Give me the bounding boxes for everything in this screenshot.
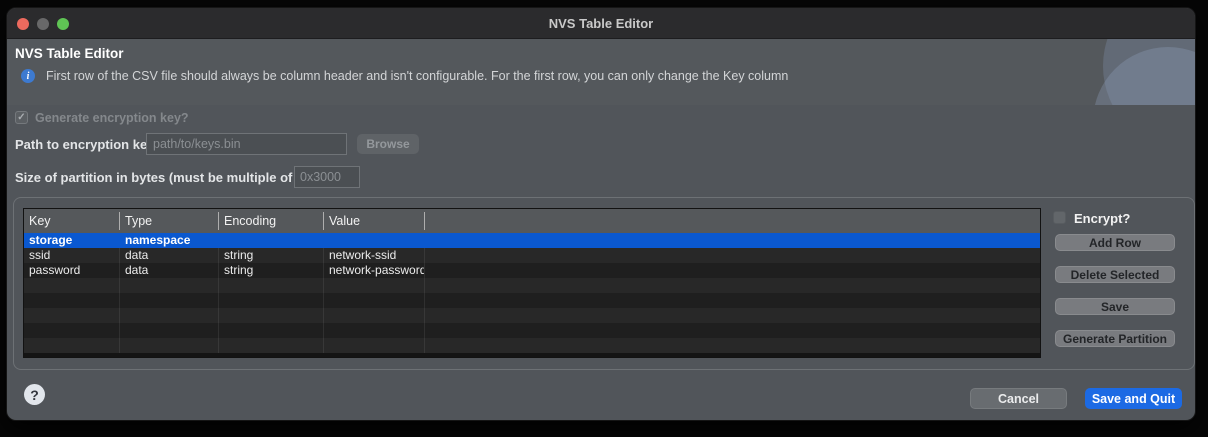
generate-partition-button[interactable]: Generate Partition: [1055, 330, 1175, 347]
cell-key[interactable]: ssid: [24, 248, 120, 263]
cell-key[interactable]: password: [24, 263, 120, 278]
table-body: storagenamespacessiddatastringnetwork-ss…: [24, 233, 1040, 353]
add-row-button[interactable]: Add Row: [1055, 234, 1175, 251]
generate-key-checkbox[interactable]: ✓: [15, 111, 28, 124]
table-row[interactable]: [24, 293, 1040, 308]
cell-filler: [425, 338, 1040, 353]
cell-value[interactable]: network-ssid: [324, 248, 425, 263]
help-button[interactable]: ?: [24, 384, 45, 405]
generate-key-label: Generate encryption key?: [35, 111, 189, 125]
cell-type[interactable]: [120, 323, 219, 338]
cell-filler: [425, 248, 1040, 263]
cell-encoding[interactable]: [219, 278, 324, 293]
cell-type[interactable]: namespace: [120, 233, 219, 248]
screenshot-stage: NVS Table Editor NVS Table Editor i Firs…: [0, 0, 1208, 437]
partition-size-input[interactable]: [294, 166, 360, 188]
decorative-arcs: [1065, 39, 1195, 105]
cell-type[interactable]: data: [120, 263, 219, 278]
cell-type[interactable]: [120, 293, 219, 308]
cell-encoding[interactable]: [219, 308, 324, 323]
column-header-key[interactable]: Key: [24, 212, 120, 230]
info-message: First row of the CSV file should always …: [46, 69, 788, 83]
cell-filler: [425, 263, 1040, 278]
dialog-title: NVS Table Editor: [15, 46, 124, 61]
cell-filler: [425, 323, 1040, 338]
nvs-table[interactable]: Key Type Encoding Value storagenamespace…: [23, 208, 1041, 358]
encrypt-label: Encrypt?: [1074, 211, 1130, 226]
cell-value[interactable]: network-password: [324, 263, 425, 278]
cell-value[interactable]: [324, 323, 425, 338]
save-button[interactable]: Save: [1055, 298, 1175, 315]
cell-type[interactable]: data: [120, 248, 219, 263]
save-and-quit-button[interactable]: Save and Quit: [1085, 388, 1182, 409]
cell-value[interactable]: [324, 338, 425, 353]
table-row[interactable]: storagenamespace: [24, 233, 1040, 248]
table-row[interactable]: [24, 308, 1040, 323]
cell-filler: [425, 233, 1040, 248]
table-header-row: Key Type Encoding Value: [24, 209, 1040, 233]
info-row: i First row of the CSV file should alway…: [21, 66, 788, 86]
table-row[interactable]: [24, 338, 1040, 353]
window-title: NVS Table Editor: [7, 16, 1195, 31]
cell-encoding[interactable]: [219, 323, 324, 338]
cell-filler: [425, 293, 1040, 308]
cell-key[interactable]: [24, 278, 120, 293]
table-row[interactable]: ssiddatastringnetwork-ssid: [24, 248, 1040, 263]
column-header-filler: [425, 212, 1040, 230]
column-header-value[interactable]: Value: [324, 212, 425, 230]
column-header-encoding[interactable]: Encoding: [219, 212, 324, 230]
cell-value[interactable]: [324, 308, 425, 323]
cell-key[interactable]: [24, 293, 120, 308]
cell-value[interactable]: [324, 293, 425, 308]
cell-filler: [425, 308, 1040, 323]
cell-encoding[interactable]: string: [219, 248, 324, 263]
table-bottom-strip: [24, 353, 1040, 358]
cell-encoding[interactable]: [219, 338, 324, 353]
table-row[interactable]: [24, 323, 1040, 338]
cell-type[interactable]: [120, 338, 219, 353]
encryption-key-path-input[interactable]: [146, 133, 347, 155]
table-row[interactable]: [24, 278, 1040, 293]
cell-key[interactable]: storage: [24, 233, 120, 248]
table-row[interactable]: passworddatastringnetwork-password: [24, 263, 1040, 278]
nvs-table-editor-window: NVS Table Editor NVS Table Editor i Firs…: [6, 7, 1196, 421]
cell-filler: [425, 278, 1040, 293]
cancel-button[interactable]: Cancel: [970, 388, 1067, 409]
cell-key[interactable]: [24, 308, 120, 323]
cell-key[interactable]: [24, 323, 120, 338]
cell-encoding[interactable]: string: [219, 263, 324, 278]
delete-selected-button[interactable]: Delete Selected: [1055, 266, 1175, 283]
cell-value[interactable]: [324, 278, 425, 293]
cell-key[interactable]: [24, 338, 120, 353]
path-label: Path to encryption key:: [15, 137, 159, 152]
partition-size-label: Size of partition in bytes (must be mult…: [15, 170, 329, 185]
browse-button[interactable]: Browse: [357, 134, 419, 154]
column-header-type[interactable]: Type: [120, 212, 219, 230]
cell-value[interactable]: [324, 233, 425, 248]
cell-encoding[interactable]: [219, 233, 324, 248]
cell-type[interactable]: [120, 308, 219, 323]
encrypt-checkbox[interactable]: [1053, 211, 1066, 224]
titlebar: NVS Table Editor: [7, 8, 1195, 39]
dialog-header: NVS Table Editor i First row of the CSV …: [7, 39, 1195, 105]
cell-encoding[interactable]: [219, 293, 324, 308]
cell-type[interactable]: [120, 278, 219, 293]
info-icon: i: [21, 69, 35, 83]
